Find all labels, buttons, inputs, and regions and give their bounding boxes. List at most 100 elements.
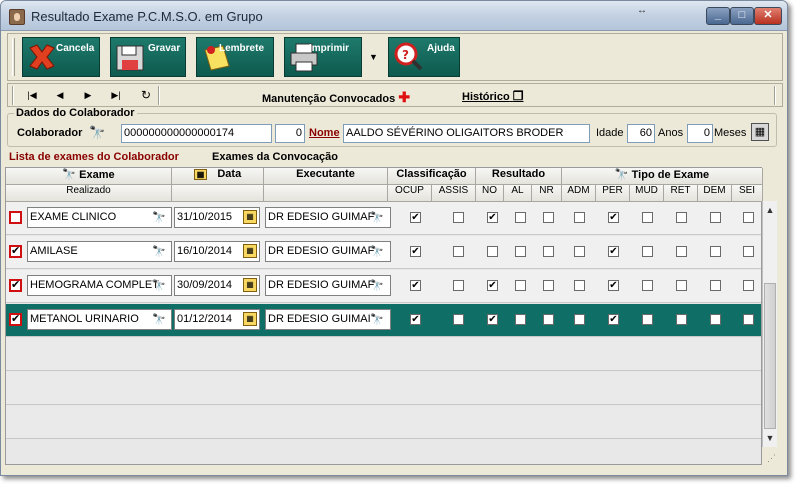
header-data[interactable]: ▦ Data — [172, 168, 264, 185]
assis-checkbox[interactable] — [453, 212, 464, 223]
per-checkbox[interactable]: ✔ — [608, 212, 619, 223]
data-field[interactable]: 30/09/2014 ▦ — [174, 275, 260, 296]
ret-checkbox[interactable] — [676, 246, 687, 257]
table-row[interactable]: EXAME CLINICO 🔭 31/10/2015 ▦ DR EDESIO GUIMA… — [6, 202, 761, 235]
data-field[interactable]: 16/10/2014 ▦ — [174, 241, 260, 262]
binoculars-icon[interactable]: 🔭 — [152, 277, 166, 295]
al-checkbox[interactable] — [515, 212, 526, 223]
scroll-thumb[interactable] — [764, 283, 776, 429]
title-bar[interactable]: Resultado Exame P.C.M.S.O. em Grupo ↔ _ … — [1, 1, 787, 31]
dem-checkbox[interactable] — [710, 246, 721, 257]
cancel-button[interactable]: Cancela — [22, 37, 100, 77]
adm-checkbox[interactable] — [574, 246, 585, 257]
realizado-checkbox[interactable]: ✔ — [9, 245, 22, 258]
sei-checkbox[interactable] — [743, 246, 754, 257]
exame-field[interactable]: HEMOGRAMA COMPLET 🔭 — [27, 275, 172, 296]
assis-checkbox[interactable] — [453, 314, 464, 325]
dem-checkbox[interactable] — [710, 314, 721, 325]
tab-lista-exames[interactable]: Lista de exames do Colaborador — [9, 151, 179, 163]
nr-checkbox[interactable] — [543, 212, 554, 223]
binoculars-icon[interactable]: 🔭 — [370, 243, 384, 261]
nr-checkbox[interactable] — [543, 280, 554, 291]
binoculars-icon[interactable]: 🔭 — [370, 209, 384, 227]
first-record-button[interactable]: |◀ — [22, 87, 42, 104]
historico-link[interactable]: Histórico ❐ — [462, 89, 524, 103]
no-checkbox[interactable] — [487, 246, 498, 257]
table-row[interactable]: ✔ AMILASE 🔭 16/10/2014 ▦ DR EDESIO GUIMAF 🔭 ✔ ✔ — [6, 236, 761, 269]
ocup-checkbox[interactable]: ✔ — [410, 212, 421, 223]
per-checkbox[interactable]: ✔ — [608, 246, 619, 257]
last-record-button[interactable]: ▶| — [106, 87, 126, 104]
calendar-icon[interactable]: ▦ — [243, 312, 257, 326]
toolbar-grip[interactable] — [12, 38, 15, 76]
dem-checkbox[interactable] — [710, 280, 721, 291]
binoculars-icon[interactable]: 🔭 — [89, 125, 105, 141]
dem-checkbox[interactable] — [710, 212, 721, 223]
print-dropdown-icon[interactable]: ▼ — [369, 52, 378, 62]
maximize-button[interactable]: □ — [730, 7, 754, 25]
exame-field[interactable]: METANOL URINARIO 🔭 — [27, 309, 172, 330]
binoculars-icon[interactable]: 🔭 — [152, 209, 166, 227]
refresh-button[interactable]: ↻ — [136, 87, 156, 104]
al-checkbox[interactable] — [515, 246, 526, 257]
realizado-checkbox[interactable]: ✔ — [9, 313, 22, 326]
mud-checkbox[interactable] — [642, 280, 653, 291]
nome-label[interactable]: Nome — [309, 127, 340, 139]
calendar-icon[interactable]: ▦ — [243, 210, 257, 224]
exame-field[interactable]: AMILASE 🔭 — [27, 241, 172, 262]
mud-checkbox[interactable] — [642, 246, 653, 257]
close-button[interactable]: ✕ — [754, 7, 782, 25]
next-record-button[interactable]: ▶ — [78, 87, 98, 104]
assis-checkbox[interactable] — [453, 280, 464, 291]
idade-field[interactable]: 60 — [627, 124, 655, 143]
data-field[interactable]: 31/10/2015 ▦ — [174, 207, 260, 228]
sei-checkbox[interactable] — [743, 212, 754, 223]
ret-checkbox[interactable] — [676, 314, 687, 325]
no-checkbox[interactable]: ✔ — [487, 280, 498, 291]
header-executante[interactable]: Executante — [264, 168, 388, 185]
mud-checkbox[interactable] — [642, 314, 653, 325]
ocup-checkbox[interactable]: ✔ — [410, 280, 421, 291]
ret-checkbox[interactable] — [676, 280, 687, 291]
per-checkbox[interactable]: ✔ — [608, 314, 619, 325]
nome-field[interactable]: AALDO SÉVÉRINO OLIGAITORS BRODER — [343, 124, 590, 143]
tab-exames-convocacao[interactable]: Exames da Convocação — [212, 151, 338, 163]
ret-checkbox[interactable] — [676, 212, 687, 223]
print-button[interactable]: Imprimir — [284, 37, 362, 77]
sei-checkbox[interactable] — [743, 280, 754, 291]
binoculars-icon[interactable]: 🔭 — [370, 311, 384, 329]
ocup-checkbox[interactable]: ✔ — [410, 314, 421, 325]
id-card-icon[interactable]: ▦ — [751, 123, 769, 141]
exame-field[interactable]: EXAME CLINICO 🔭 — [27, 207, 172, 228]
vertical-scrollbar[interactable]: ▲ ▼ — [762, 201, 777, 447]
table-row[interactable]: ✔ HEMOGRAMA COMPLET 🔭 30/09/2014 ▦ DR EDESIO … — [6, 270, 761, 303]
adm-checkbox[interactable] — [574, 314, 585, 325]
executante-field[interactable]: DR EDESIO GUIMAF 🔭 — [265, 275, 391, 296]
data-field[interactable]: 01/12/2014 ▦ — [174, 309, 260, 330]
binoculars-icon[interactable]: 🔭 — [152, 311, 166, 329]
manutencao-convocados-link[interactable]: Manutenção Convocados ✚ — [262, 89, 410, 106]
assis-checkbox[interactable] — [453, 246, 464, 257]
adm-checkbox[interactable] — [574, 212, 585, 223]
matricula-field[interactable]: 000000000000000174 — [121, 124, 272, 143]
reminder-button[interactable]: Lembrete — [196, 37, 274, 77]
binoculars-icon[interactable]: 🔭 — [152, 243, 166, 261]
no-checkbox[interactable]: ✔ — [487, 314, 498, 325]
resize-grip-icon[interactable]: ⋰ — [767, 453, 781, 467]
al-checkbox[interactable] — [515, 280, 526, 291]
ocup-checkbox[interactable]: ✔ — [410, 246, 421, 257]
nr-checkbox[interactable] — [543, 246, 554, 257]
scroll-down-icon[interactable]: ▼ — [763, 431, 777, 445]
codigo-field[interactable]: 0 — [275, 124, 305, 143]
previous-record-button[interactable]: ◀ — [50, 87, 70, 104]
mud-checkbox[interactable] — [642, 212, 653, 223]
executante-field[interactable]: DR EDESIO GUIMAF 🔭 — [265, 207, 391, 228]
scroll-up-icon[interactable]: ▲ — [763, 203, 777, 217]
meses-field[interactable]: 0 — [687, 124, 713, 143]
header-exame[interactable]: 🔭 Exame — [6, 168, 172, 185]
calendar-icon[interactable]: ▦ — [243, 278, 257, 292]
executante-field[interactable]: DR EDESIO GUIMAF 🔭 — [265, 241, 391, 262]
nr-checkbox[interactable] — [543, 314, 554, 325]
table-row[interactable]: ✔ METANOL URINARIO 🔭 01/12/2014 ▦ DR EDESIO G… — [6, 304, 761, 337]
help-button[interactable]: ? Ajuda — [388, 37, 460, 77]
